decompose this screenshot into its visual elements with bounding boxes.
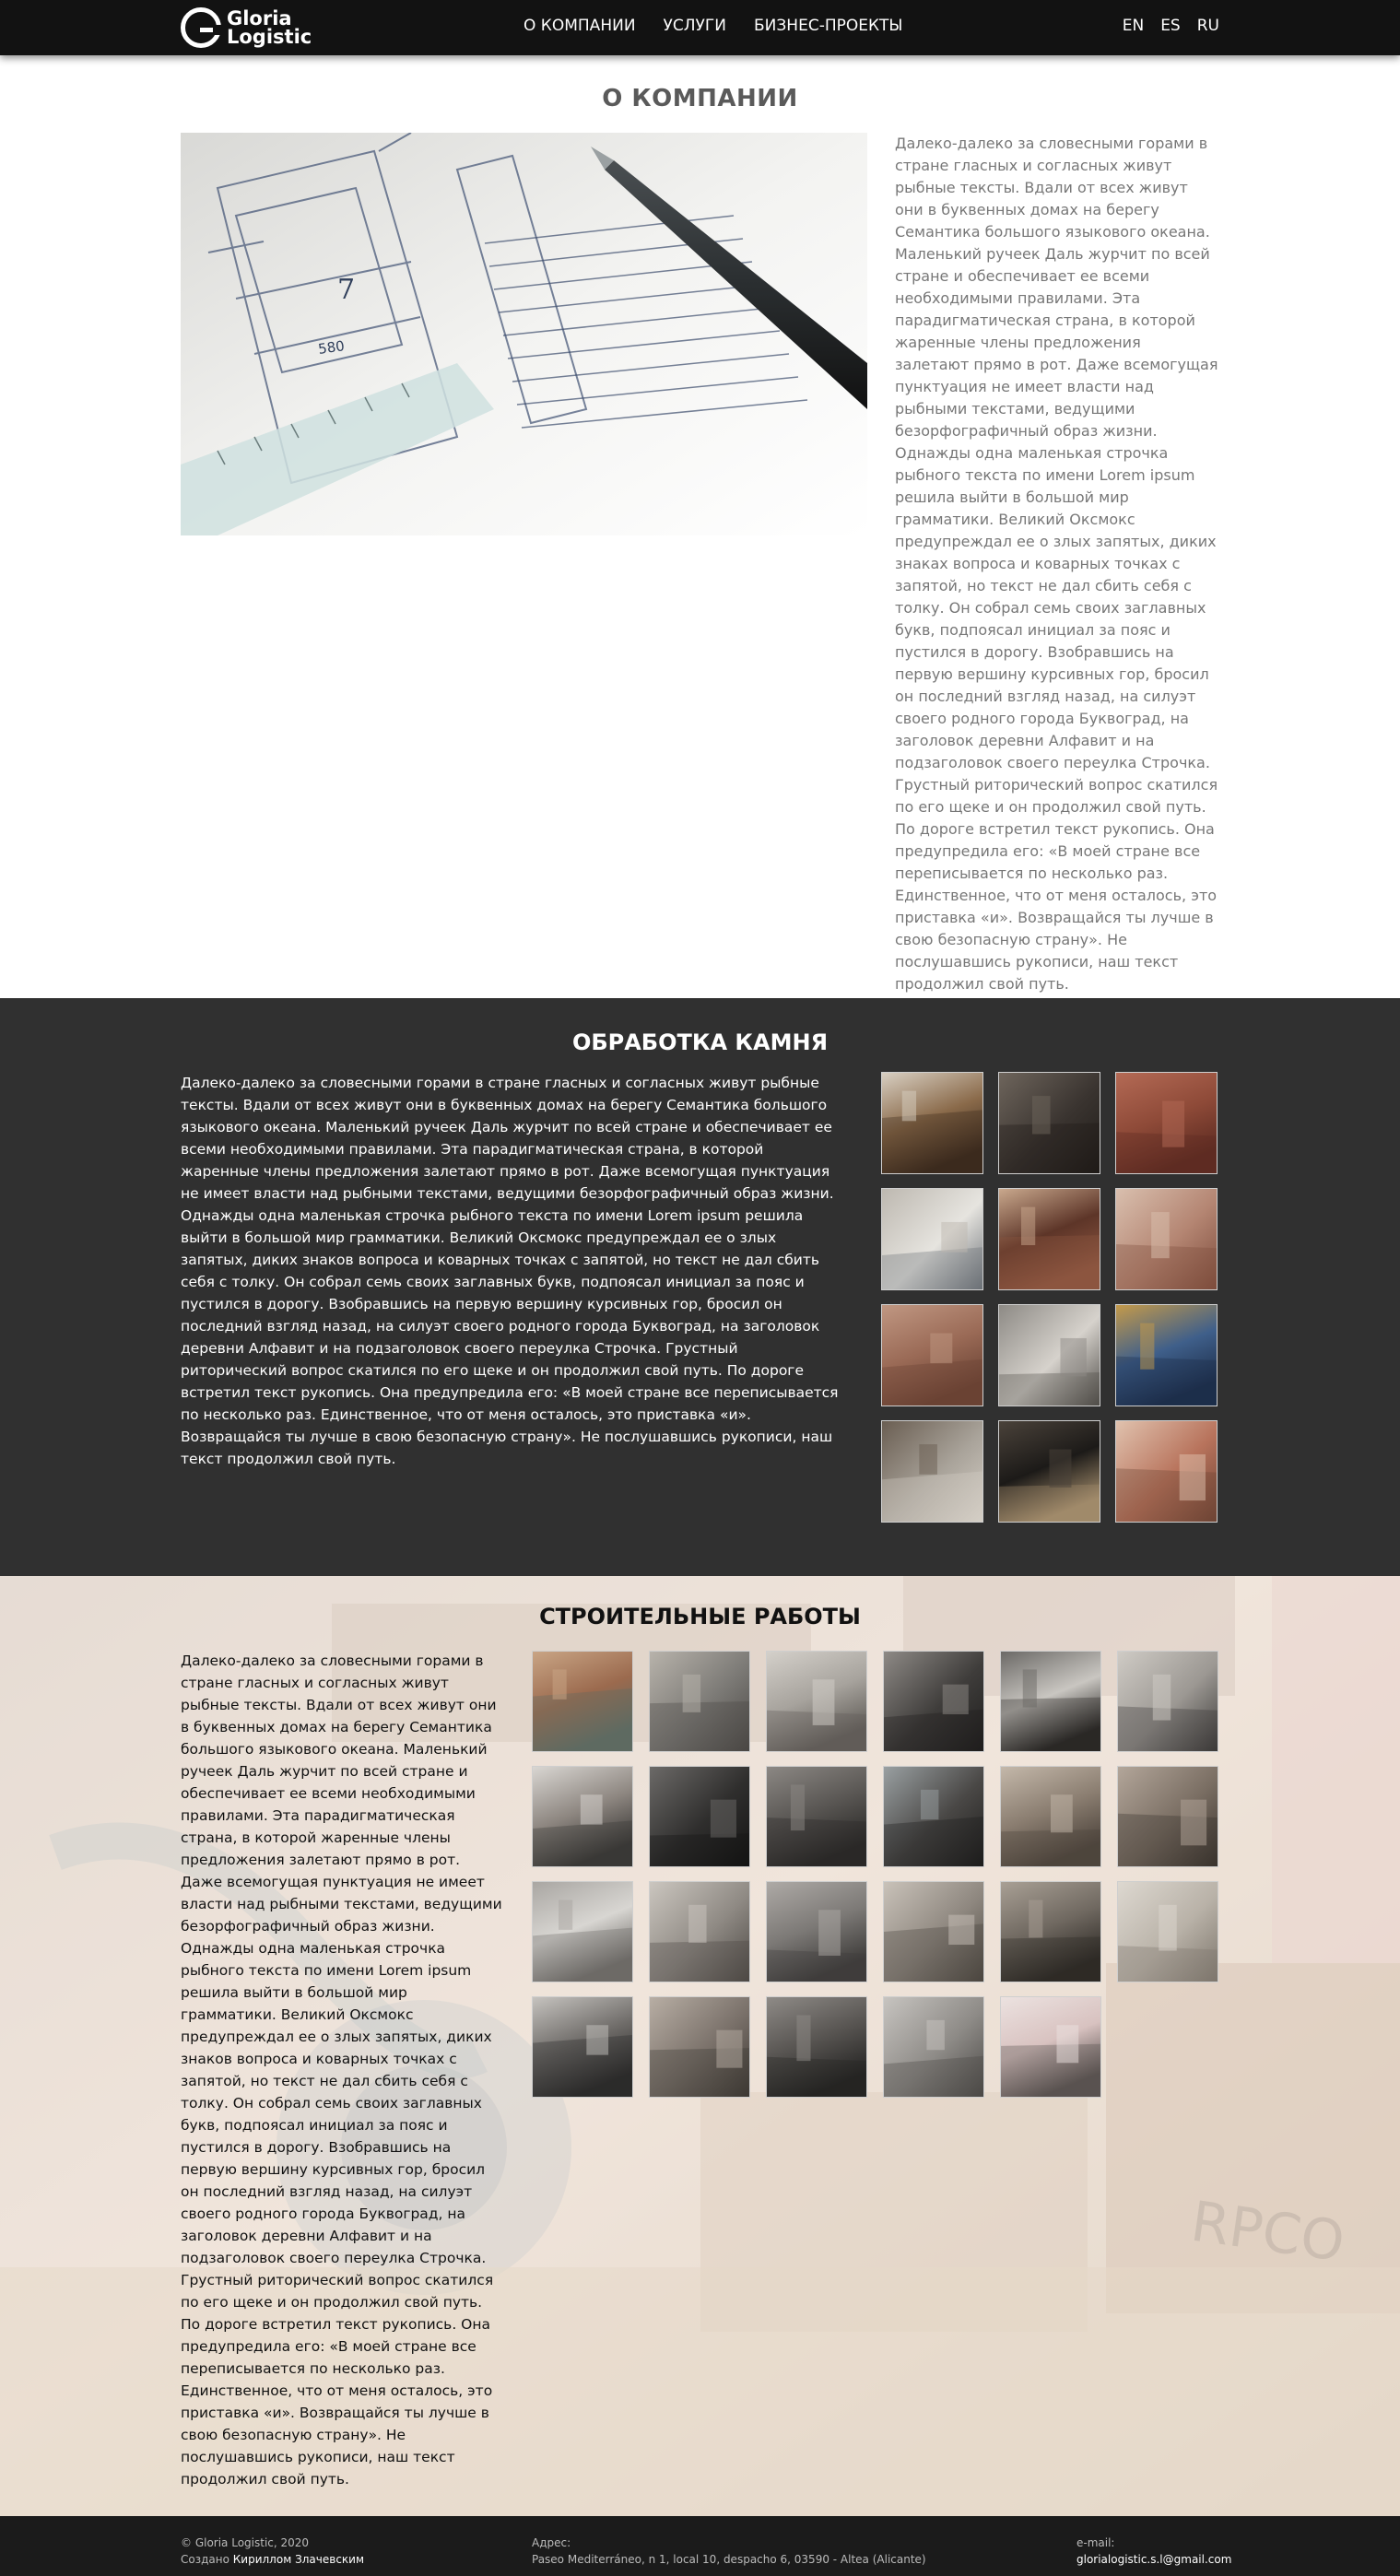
balcony-room-photo[interactable] [883,1996,984,2098]
footer-email-label: e-mail: [1076,2536,1115,2549]
window-room-photo[interactable] [883,1766,984,1867]
main-nav: О КОМПАНИИ УСЛУГИ БИЗНЕС-ПРОЕКТЫ [524,17,902,35]
nav-link-about[interactable]: О КОМПАНИИ [524,17,636,35]
blueprint-drawing: 7 580 [181,133,867,535]
footer-author: Кириллом Злачевским [232,2553,365,2566]
worker-window-photo[interactable] [532,1996,633,2098]
stone-section-title: ОБРАБОТКА КАМНЯ [571,1029,829,1055]
footer-credits: © Gloria Logistic, 2020 Создано Кириллом… [181,2535,364,2568]
dark-floor-photo[interactable] [998,1072,1100,1174]
logo-text: Gloria Logistic [227,7,312,48]
brick-wall-worker-photo[interactable] [532,1651,633,1752]
floor-debris-photo[interactable] [1000,1766,1101,1867]
worker-corridor-photo[interactable] [883,1881,984,1982]
pink-room-photo[interactable] [1000,1996,1101,2098]
footer-email-link[interactable]: glorialogistic.s.l@gmail.com [1076,2553,1231,2566]
black-tile-floor-photo[interactable] [998,1420,1100,1523]
plastering-photo[interactable] [649,1651,750,1752]
about-text: Далеко-далеко за словесными горами в стр… [895,135,1218,993]
kitchen-interior-photo[interactable] [998,1304,1100,1406]
bare-room-photo[interactable] [1117,1651,1218,1752]
worker-ladder-photo[interactable] [532,1766,633,1867]
doorway-room-photo[interactable] [766,1996,867,2098]
blue-gold-marble-photo[interactable] [1115,1304,1218,1406]
blueprint-photo: 7 580 [181,133,867,535]
mosaic-hall-photo[interactable] [1115,1420,1218,1523]
footer-contact: e-mail: glorialogistic.s.l@gmail.com [1076,2535,1231,2568]
footer-address: Адрес: Paseo Mediterráneo, n 1, local 10… [532,2535,926,2568]
footer-address-text: Paseo Mediterráneo, n 1, local 10, despa… [532,2553,926,2566]
white-room-photo[interactable] [532,1881,633,1982]
inlay-floor-photo[interactable] [998,1188,1100,1290]
footer-created: Создано Кириллом Злачевским [181,2551,364,2568]
stone-gallery [881,1072,1218,1523]
gray-room-photo[interactable] [766,1881,867,1982]
interior-view-photo[interactable] [649,1996,750,2098]
top-navbar: Gloria Logistic О КОМПАНИИ УСЛУГИ БИЗНЕС… [0,0,1400,55]
checker-floor-photo[interactable] [1115,1188,1218,1290]
construction-text: Далеко-далеко за словесными горами в стр… [181,1653,502,2488]
stone-section: ОБРАБОТКА КАМНЯ Далеко-далеко за словесн… [0,998,1400,1576]
blueprint-number-7: 7 [337,274,355,306]
logo-line-2: Logistic [227,26,312,48]
footer: © Gloria Logistic, 2020 Создано Кириллом… [0,2516,1400,2576]
block-wall-photo[interactable] [766,1766,867,1867]
logo-g-icon [181,7,222,48]
footer-address-label: Адрес: [532,2536,571,2549]
marble-medallion-photo[interactable] [881,1072,983,1174]
dark-doorway-photo[interactable] [649,1766,750,1867]
compass-rose-floor-photo[interactable] [881,1420,983,1523]
construction-section: RPCO СТРОИТЕЛЬНЫЕ РАБОТЫ Далеко-далеко з… [0,1576,1400,2516]
logo-link[interactable]: Gloria Logistic [181,6,312,50]
granite-floor-photo[interactable] [881,1304,983,1406]
footer-created-label: Создано [181,2553,229,2566]
logo-line-1: Gloria [227,7,292,29]
construction-section-title: СТРОИТЕЛЬНЫЕ РАБОТЫ [539,1604,861,1629]
white-marble-stairs-photo[interactable] [881,1188,983,1290]
worker-sanding-photo[interactable] [649,1881,750,1982]
plaster-wall-photo[interactable] [1117,1881,1218,1982]
worker-floor-photo[interactable] [1117,1766,1218,1867]
red-marble-floor-photo[interactable] [1115,1072,1218,1174]
corridor-renovation-photo[interactable] [766,1651,867,1752]
worker-dark-room-photo[interactable] [883,1651,984,1752]
lang-en-link[interactable]: EN [1123,17,1144,35]
finished-room-door-photo[interactable] [1000,1651,1101,1752]
language-switcher: EN ES RU [1123,17,1219,35]
stone-text: Далеко-далеко за словесными горами в стр… [181,1075,839,1467]
nav-link-services[interactable]: УСЛУГИ [664,17,726,35]
lang-ru-link[interactable]: RU [1197,17,1219,35]
lang-es-link[interactable]: ES [1160,17,1181,35]
footer-copyright: © Gloria Logistic, 2020 [181,2536,310,2549]
nav-link-business-projects[interactable]: БИЗНЕС-ПРОЕКТЫ [754,17,902,35]
about-section-title: О КОМПАНИИ [602,85,798,112]
construction-gallery [532,1651,1218,2098]
worker-mask-photo[interactable] [1000,1881,1101,1982]
